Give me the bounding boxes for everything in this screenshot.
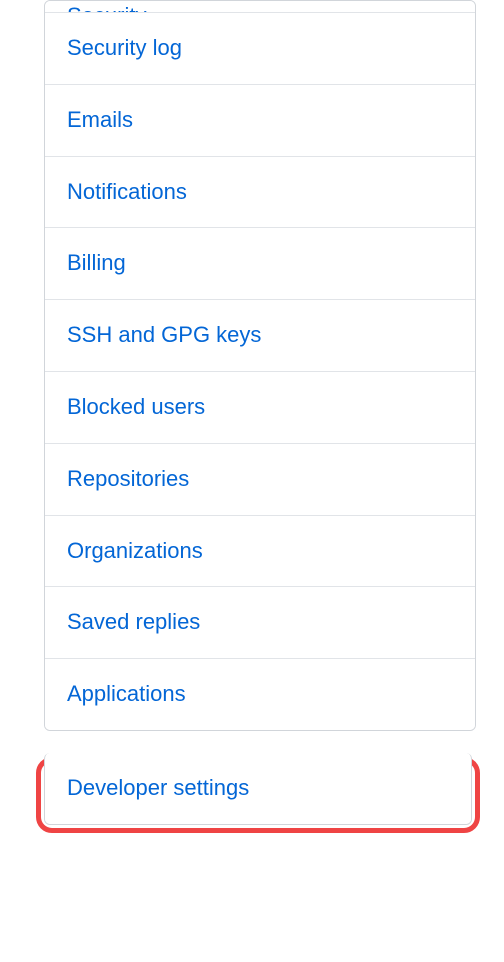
sidebar-item-label: SSH and GPG keys (67, 322, 261, 347)
settings-menu-group: Security Security log Emails Notificatio… (44, 0, 476, 731)
developer-menu-group: Developer settings (44, 753, 472, 825)
highlight-box: Developer settings (36, 757, 480, 833)
sidebar-item-label: Saved replies (67, 609, 200, 634)
sidebar-item-label: Organizations (67, 538, 203, 563)
sidebar-item-label: Applications (67, 681, 186, 706)
sidebar-item-ssh-gpg-keys[interactable]: SSH and GPG keys (45, 300, 475, 372)
sidebar-item-developer-settings[interactable]: Developer settings (45, 753, 471, 824)
sidebar-item-emails[interactable]: Emails (45, 85, 475, 157)
sidebar-item-label: Developer settings (67, 775, 249, 800)
sidebar-item-repositories[interactable]: Repositories (45, 444, 475, 516)
sidebar-item-security-log[interactable]: Security log (45, 13, 475, 85)
sidebar-item-applications[interactable]: Applications (45, 659, 475, 730)
sidebar-item-label: Security log (67, 35, 182, 60)
sidebar-item-label: Emails (67, 107, 133, 132)
sidebar-item-label: Blocked users (67, 394, 205, 419)
sidebar-item-label: Security (67, 3, 146, 13)
sidebar-item-notifications[interactable]: Notifications (45, 157, 475, 229)
sidebar-item-label: Repositories (67, 466, 189, 491)
sidebar-item-security[interactable]: Security (45, 1, 475, 13)
sidebar-item-blocked-users[interactable]: Blocked users (45, 372, 475, 444)
sidebar-item-label: Billing (67, 250, 126, 275)
sidebar-item-label: Notifications (67, 179, 187, 204)
sidebar-item-saved-replies[interactable]: Saved replies (45, 587, 475, 659)
sidebar-item-billing[interactable]: Billing (45, 228, 475, 300)
sidebar-item-organizations[interactable]: Organizations (45, 516, 475, 588)
